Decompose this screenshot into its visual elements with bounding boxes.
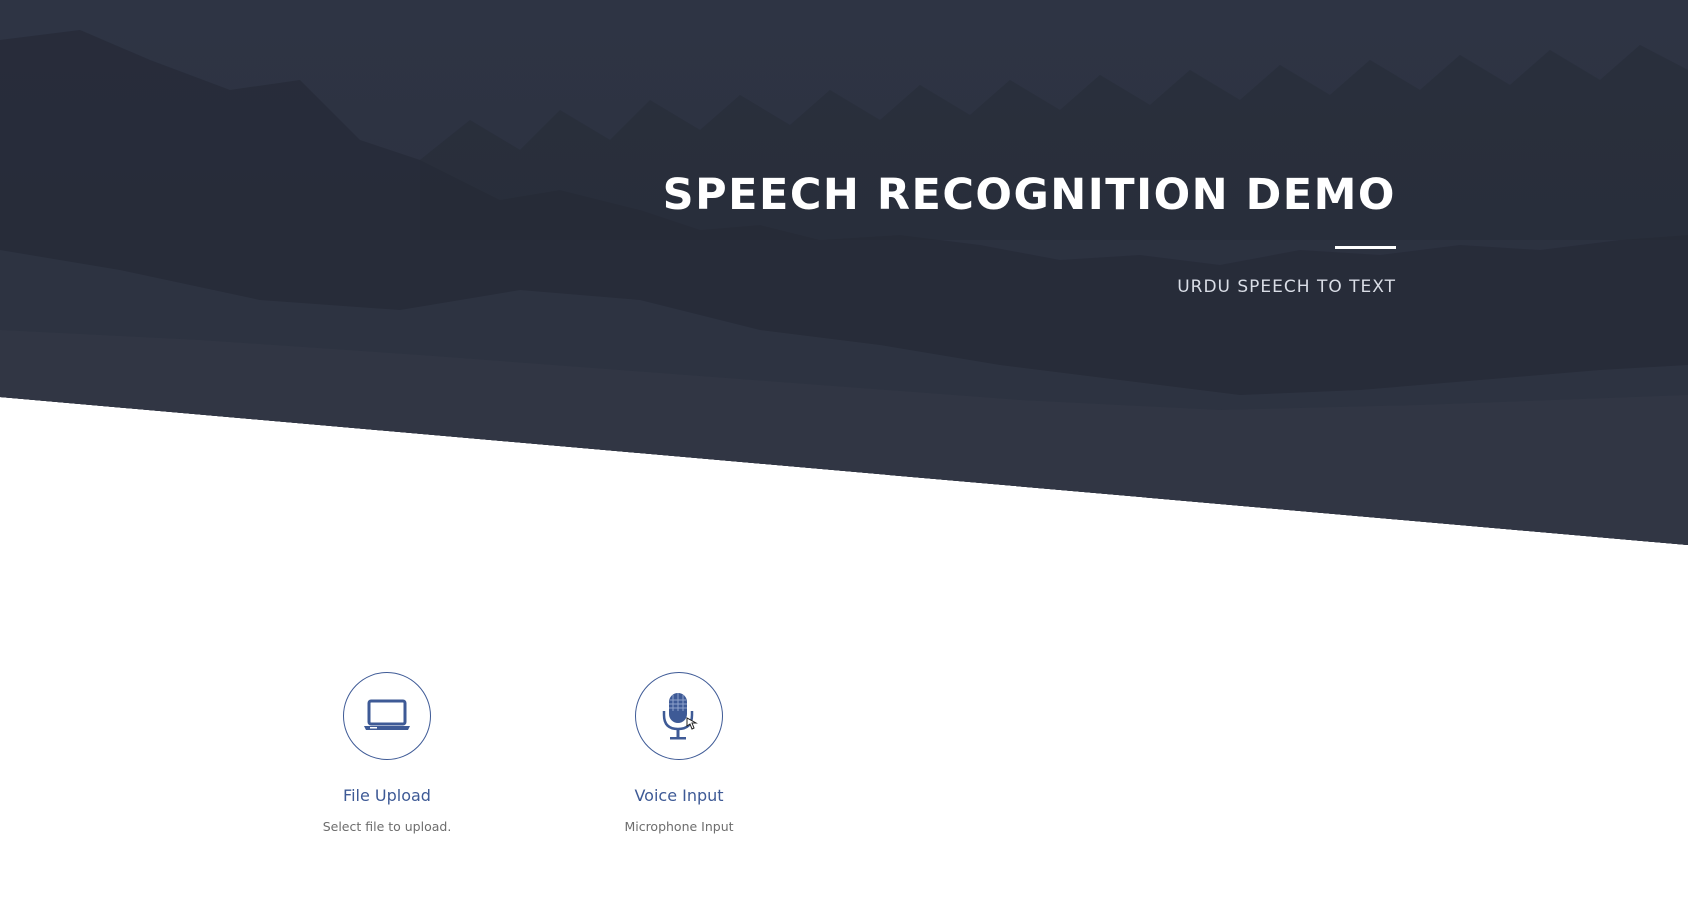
page-title: SPEECH RECOGNITION DEMO bbox=[662, 170, 1396, 220]
voice-input-option[interactable]: Voice Input Microphone Input bbox=[549, 672, 809, 834]
hero-banner: SPEECH RECOGNITION DEMO URDU SPEECH TO T… bbox=[0, 0, 1688, 545]
laptop-icon bbox=[364, 699, 410, 730]
voice-input-title[interactable]: Voice Input bbox=[549, 786, 809, 805]
page: SPEECH RECOGNITION DEMO URDU SPEECH TO T… bbox=[0, 0, 1688, 901]
hero-content: SPEECH RECOGNITION DEMO URDU SPEECH TO T… bbox=[636, 165, 1396, 297]
features-section: File Upload Select file to upload. Voice… bbox=[0, 672, 1688, 872]
file-upload-title[interactable]: File Upload bbox=[257, 786, 517, 805]
voice-input-description: Microphone Input bbox=[624, 819, 734, 834]
microphone-icon bbox=[662, 693, 698, 740]
file-upload-icon-circle[interactable] bbox=[343, 672, 431, 760]
title-divider bbox=[1335, 246, 1396, 249]
file-upload-option[interactable]: File Upload Select file to upload. bbox=[257, 672, 517, 834]
voice-input-icon-circle[interactable] bbox=[635, 672, 723, 760]
page-subtitle: URDU SPEECH TO TEXT bbox=[1177, 277, 1396, 297]
file-upload-description: Select file to upload. bbox=[322, 819, 452, 834]
